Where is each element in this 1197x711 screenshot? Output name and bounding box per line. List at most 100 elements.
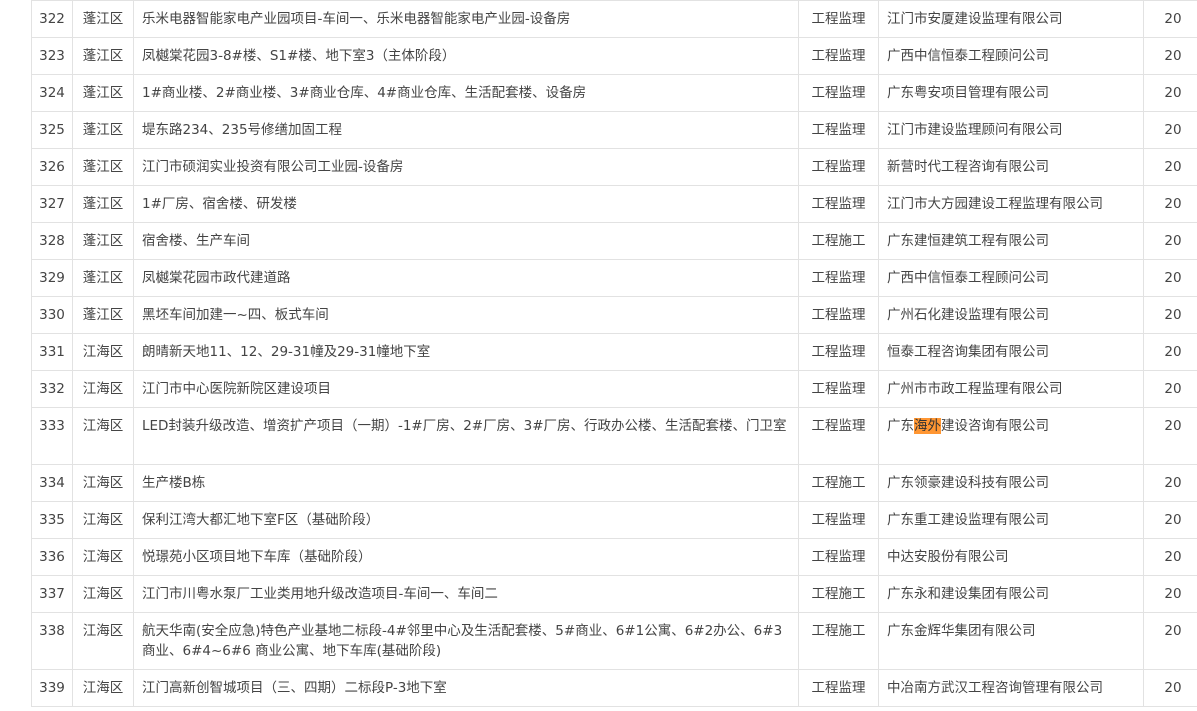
row-number-cell: 328 [31,222,73,260]
row-number-cell: 323 [31,37,73,75]
company-cell: 广东粤安项目管理有限公司 [878,74,1144,112]
company-cell: 恒泰工程咨询集团有限公司 [878,333,1144,371]
table-row: 322 蓬江区 乐米电器智能家电产业园项目-车间一、乐米电器智能家电产业园-设备房工… [31,0,1197,38]
table-body: 322 蓬江区 乐米电器智能家电产业园项目-车间一、乐米电器智能家电产业园-设备房工… [31,0,1197,707]
company-text-post: 建设咨询有限公司 [941,418,1049,434]
district-cell: 江海区 [72,612,134,670]
work-type-cell: 工程监理 [798,669,879,707]
company-cell: 广西中信恒泰工程顾问公司 [878,259,1144,297]
row-number-cell: 336 [31,538,73,576]
district-cell: 江海区 [72,407,134,465]
project-name-cell: 保利江湾大都汇地下室F区（基础阶段） [133,501,799,539]
table-row: 323 蓬江区 凤樾棠花园3-8#楼、S1#楼、地下室3（主体阶段） 工程监理 广西中信… [31,37,1197,75]
score-cell: 20 [1143,148,1197,186]
district-cell: 江海区 [72,669,134,707]
row-number-cell: 335 [31,501,73,539]
score-cell: 20 [1143,575,1197,613]
row-number-cell: 326 [31,148,73,186]
company-cell: 中达安股份有限公司 [878,538,1144,576]
project-name-cell: 江门高新创智城项目（三、四期）二标段P-3地下室 [133,669,799,707]
company-cell: 广东金辉华集团有限公司 [878,612,1144,670]
company-cell: 江门市大方园建设工程监理有限公司 [878,185,1144,223]
district-cell: 蓬江区 [72,185,134,223]
project-name-cell: 乐米电器智能家电产业园项目-车间一、乐米电器智能家电产业园-设备房 [133,0,799,38]
work-type-cell: 工程施工 [798,222,879,260]
district-cell: 江海区 [72,575,134,613]
score-cell: 20 [1143,37,1197,75]
project-name-cell: 朗晴新天地11、12、29-31幢及29-31幢地下室 [133,333,799,371]
district-cell: 江海区 [72,464,134,502]
table-row: 332 江海区 江门市中心医院新院区建设项目 工程监理 广州市市政工程监理有限公司 20 [31,370,1197,408]
score-cell: 20 [1143,501,1197,539]
work-type-cell: 工程监理 [798,37,879,75]
work-type-cell: 工程监理 [798,296,879,334]
work-type-cell: 工程监理 [798,0,879,38]
score-cell: 20 [1143,612,1197,670]
table-row: 328 蓬江区 宿舍楼、生产车间 工程施工 广东建恒建筑工程有限公司 20 [31,222,1197,260]
project-name-cell: 生产楼B栋 [133,464,799,502]
table-row: 336 江海区 悦璟苑小区项目地下车库（基础阶段） 工程监理 中达安股份有限公司 20 [31,538,1197,576]
project-name-cell: 江门市川粤水泵厂工业类用地升级改造项目-车间一、车间二 [133,575,799,613]
score-cell: 20 [1143,407,1197,465]
row-number-cell: 339 [31,669,73,707]
score-cell: 20 [1143,185,1197,223]
work-type-cell: 工程施工 [798,464,879,502]
row-number-cell: 322 [31,0,73,38]
company-cell: 江门市安厦建设监理有限公司 [878,0,1144,38]
document-page: 322 蓬江区 乐米电器智能家电产业园项目-车间一、乐米电器智能家电产业园-设备房工… [0,0,1197,711]
district-cell: 江海区 [72,538,134,576]
work-type-cell: 工程监理 [798,538,879,576]
company-cell: 江门市建设监理顾问有限公司 [878,111,1144,149]
district-cell: 江海区 [72,333,134,371]
work-type-cell: 工程监理 [798,407,879,465]
row-number-cell: 334 [31,464,73,502]
row-number-cell: 329 [31,259,73,297]
score-cell: 20 [1143,74,1197,112]
project-name-cell: 航天华南(安全应急)特色产业基地二标段-4#邻里中心及生活配套楼、5#商业、6#… [133,612,799,670]
work-type-cell: 工程监理 [798,185,879,223]
score-cell: 20 [1143,222,1197,260]
work-type-cell: 工程监理 [798,259,879,297]
table-row: 338 江海区 航天华南(安全应急)特色产业基地二标段-4#邻里中心及生活配套楼、5… [31,612,1197,670]
district-cell: 江海区 [72,501,134,539]
score-cell: 20 [1143,0,1197,38]
table-row: 335 江海区 保利江湾大都汇地下室F区（基础阶段） 工程监理 广东重工建设监理有限公司… [31,501,1197,539]
district-cell: 蓬江区 [72,148,134,186]
work-type-cell: 工程监理 [798,370,879,408]
work-type-cell: 工程监理 [798,111,879,149]
table-row: 339 江海区 江门高新创智城项目（三、四期）二标段P-3地下室 工程监理 中冶南方武汉… [31,669,1197,707]
table-row: 325 蓬江区 堤东路234、235号修缮加固工程 工程监理 江门市建设监理顾问有限公司… [31,111,1197,149]
row-number-cell: 325 [31,111,73,149]
company-cell: 广西中信恒泰工程顾问公司 [878,37,1144,75]
table-row: 333 江海区 LED封装升级改造、增资扩产项目（一期）-1#厂房、2#厂房、3#厂… [31,407,1197,465]
table-row: 334 江海区 生产楼B栋 工程施工 广东领豪建设科技有限公司 20 [31,464,1197,502]
row-number-cell: 327 [31,185,73,223]
district-cell: 蓬江区 [72,259,134,297]
company-cell: 广东海外建设咨询有限公司 [878,407,1144,465]
project-name-cell: 江门市中心医院新院区建设项目 [133,370,799,408]
company-cell: 新营时代工程咨询有限公司 [878,148,1144,186]
score-cell: 20 [1143,464,1197,502]
score-cell: 20 [1143,538,1197,576]
score-cell: 20 [1143,669,1197,707]
company-cell: 广州石化建设监理有限公司 [878,296,1144,334]
project-name-cell: 凤樾棠花园3-8#楼、S1#楼、地下室3（主体阶段） [133,37,799,75]
score-cell: 20 [1143,259,1197,297]
district-cell: 蓬江区 [72,0,134,38]
project-name-cell: 黑坯车间加建一~四、板式车间 [133,296,799,334]
company-cell: 广东永和建设集团有限公司 [878,575,1144,613]
work-type-cell: 工程施工 [798,575,879,613]
district-cell: 蓬江区 [72,222,134,260]
table-row: 326 蓬江区 江门市硕润实业投资有限公司工业园-设备房 工程监理 新营时代工程咨询有限… [31,148,1197,186]
score-cell: 20 [1143,333,1197,371]
project-score-table: 322 蓬江区 乐米电器智能家电产业园项目-车间一、乐米电器智能家电产业园-设备房工… [31,0,1197,707]
row-number-cell: 338 [31,612,73,670]
row-number-cell: 331 [31,333,73,371]
table-row: 329 蓬江区 凤樾棠花园市政代建道路 工程监理 广西中信恒泰工程顾问公司 20 [31,259,1197,297]
company-text-pre: 广东 [887,418,914,434]
table-row: 327 蓬江区 1#厂房、宿舍楼、研发楼 工程监理 江门市大方园建设工程监理有限公司 20 [31,185,1197,223]
company-cell: 广东建恒建筑工程有限公司 [878,222,1144,260]
project-name-cell: 悦璟苑小区项目地下车库（基础阶段） [133,538,799,576]
project-name-cell: LED封装升级改造、增资扩产项目（一期）-1#厂房、2#厂房、3#厂房、行政办公… [133,407,799,465]
row-number-cell: 337 [31,575,73,613]
